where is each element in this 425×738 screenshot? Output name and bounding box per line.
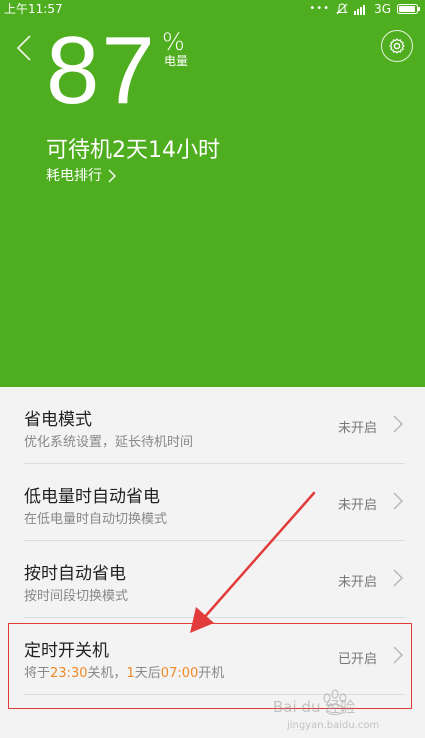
battery-label: 电量	[164, 54, 189, 68]
item-status: 未开启	[337, 498, 377, 513]
divider	[24, 694, 405, 695]
item-status: 未开启	[337, 575, 377, 590]
back-button[interactable]	[10, 30, 38, 66]
subtitle-text: 将于	[24, 666, 51, 681]
list-item-low-battery-auto-save[interactable]: 低电量时自动省电 在低电量时自动切换模式 未开启	[0, 464, 425, 541]
gear-icon	[389, 38, 405, 54]
power-on-time: 07:00	[160, 666, 199, 681]
chevron-right-icon	[393, 569, 403, 587]
item-title: 省电模式	[24, 410, 92, 430]
list-item-power-saving-mode[interactable]: 省电模式 优化系统设置，延长待机时间 未开启	[0, 387, 425, 464]
standby-time: 可待机2天14小时	[46, 138, 220, 163]
item-subtitle: 在低电量时自动切换模式	[24, 512, 168, 527]
watermark-url: jingyan.baidu.com	[286, 720, 379, 731]
item-status: 未开启	[337, 421, 377, 436]
list-item-scheduled-power-save[interactable]: 按时自动省电 按时间段切换模式 未开启	[0, 541, 425, 618]
chevron-right-icon	[393, 646, 403, 664]
days-count: 1	[126, 666, 135, 681]
item-title: 定时开关机	[24, 641, 109, 661]
item-title: 按时自动省电	[24, 564, 126, 584]
chevron-left-icon	[16, 35, 31, 61]
subtitle-text: 关机，	[87, 666, 127, 681]
item-title: 低电量时自动省电	[24, 487, 160, 507]
subtitle-text: 天后	[134, 666, 161, 681]
item-subtitle: 优化系统设置，延长待机时间	[24, 435, 194, 450]
power-ranking-label: 耗电排行	[46, 168, 102, 184]
power-settings-list: 省电模式 优化系统设置，延长待机时间 未开启 低电量时自动省电 在低电量时自动切…	[0, 387, 425, 695]
chevron-right-icon	[393, 492, 403, 510]
battery-icon	[397, 4, 420, 14]
power-ranking-link[interactable]: 耗电排行	[46, 166, 116, 186]
ellipsis-icon: •••	[309, 3, 331, 14]
item-status: 已开启	[337, 652, 377, 667]
status-icons: ••• 3G	[309, 0, 421, 18]
watermark-text: Bai du 经验	[273, 698, 355, 716]
item-subtitle: 将于23:30关机，1天后07:00开机	[24, 662, 224, 681]
mute-icon	[336, 3, 348, 15]
network-type: 3G	[374, 2, 391, 16]
chevron-right-icon	[108, 169, 116, 183]
item-subtitle: 按时间段切换模式	[24, 589, 129, 604]
settings-button[interactable]	[381, 30, 413, 62]
battery-percent-value: 87	[46, 17, 157, 124]
chevron-right-icon	[393, 415, 403, 433]
list-item-scheduled-power-on-off[interactable]: 定时开关机 将于23:30关机，1天后07:00开机 已开启	[0, 618, 425, 695]
shutdown-time: 23:30	[50, 666, 88, 681]
subtitle-text: 开机	[198, 666, 225, 681]
battery-header: 上午11:57 ••• 3G 87 % 电量 可待机2天14小时 耗电排行	[0, 0, 425, 387]
signal-icon	[354, 5, 366, 15]
